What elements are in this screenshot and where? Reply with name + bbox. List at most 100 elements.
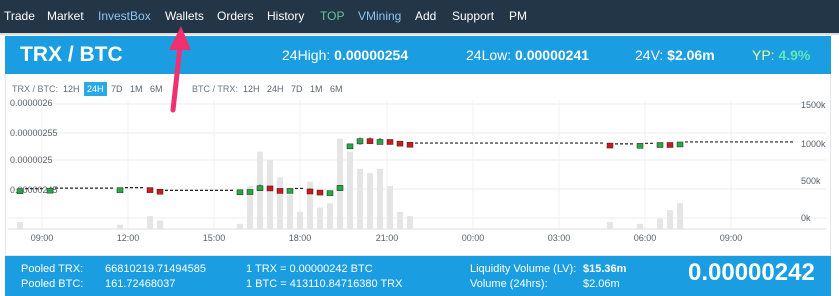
nav-trade[interactable]: Trade	[4, 9, 35, 23]
pool-footer: Pooled TRX: 66810219.71494585 Pooled BTC…	[5, 256, 831, 296]
candle-down	[306, 188, 314, 195]
nav-orders[interactable]: Orders	[217, 9, 254, 23]
time-tick-label: 09:00	[31, 233, 54, 243]
candle-up	[356, 138, 364, 145]
volume-bar	[667, 210, 673, 229]
pooled-btc-label: Pooled BTC:	[21, 278, 84, 290]
volume-bar	[117, 224, 123, 229]
volume-bar	[237, 223, 243, 229]
candle-down	[146, 187, 154, 193]
candle-down	[386, 139, 394, 145]
candle-up	[346, 143, 354, 150]
volume-bar	[267, 160, 273, 229]
candle-up	[46, 187, 54, 194]
candle-up	[676, 141, 684, 148]
volume-bar	[277, 177, 283, 229]
top-navigation: Trade Market InvestBox Wallets Orders Hi…	[0, 0, 839, 33]
tf-trx-12h[interactable]: 12H	[60, 82, 83, 96]
candle-up	[236, 189, 244, 196]
candle-up	[636, 143, 644, 149]
price-chart[interactable]: 0.00000260.000002550.00000250.0000024515…	[0, 96, 839, 246]
nav-market[interactable]: Market	[47, 9, 84, 23]
tf-trx-24h[interactable]: 24H	[84, 82, 107, 96]
high-stat: 24High: 0.00000254	[282, 47, 409, 63]
time-tick-label: 06:00	[634, 233, 657, 243]
candle-down	[396, 140, 404, 147]
volume-bar	[607, 222, 613, 229]
nav-history[interactable]: History	[267, 9, 304, 23]
time-tick-label: 15:00	[203, 233, 226, 243]
current-price: 0.00000242	[688, 259, 815, 286]
time-tick-label: 21:00	[376, 233, 399, 243]
candle-down	[606, 142, 614, 149]
liquidity-volume-value: $15.36m	[583, 263, 627, 275]
volume-bar	[337, 138, 343, 229]
tf-trx-1m[interactable]: 1M	[127, 82, 146, 96]
pair-title: TRX / BTC	[20, 43, 123, 66]
candle-up	[16, 188, 24, 194]
tf-btc-7d[interactable]: 7D	[288, 82, 306, 96]
volume-bar	[327, 203, 333, 229]
time-tick-label: 00:00	[462, 233, 485, 243]
pooled-trx-label: Pooled TRX:	[21, 263, 84, 275]
volume-bar	[17, 222, 23, 229]
nav-support[interactable]: Support	[452, 9, 494, 23]
candle-down	[276, 188, 284, 194]
price-tick-label: 0.0000026	[10, 98, 53, 108]
candle-down	[266, 185, 274, 192]
pooled-trx-value: 66810219.71494585	[105, 263, 206, 275]
volume-bar	[287, 194, 293, 229]
volume-bar	[387, 186, 393, 229]
volume-bar	[397, 211, 403, 229]
annotation-arrow-icon	[169, 26, 191, 113]
volume-stat: 24V: $2.06m	[635, 47, 715, 63]
candle-down	[406, 141, 414, 148]
candle-down	[316, 189, 324, 196]
nav-top[interactable]: TOP	[320, 9, 344, 23]
rate-trx-btc: 1 TRX = 0.00000242 BTC	[246, 263, 373, 275]
volume-bar	[347, 151, 353, 229]
price-tick-label: 0.0000025	[10, 155, 53, 165]
volume-tick-label: 1500k	[801, 100, 826, 110]
volume-bar	[677, 203, 683, 229]
pooled-btc-value: 161.72468037	[105, 278, 176, 290]
volume-tick-label: 1000k	[801, 139, 826, 149]
volume-24h-label: Volume (24hrs):	[470, 278, 548, 290]
tf-btc-6m[interactable]: 6M	[327, 82, 346, 96]
candle-down	[156, 189, 164, 195]
low-stat: 24Low: 0.00000241	[466, 47, 590, 63]
nav-investbox[interactable]: InvestBox	[98, 9, 151, 23]
candle-up	[246, 189, 254, 195]
volume-bar	[157, 220, 163, 229]
volume-bar	[407, 216, 413, 229]
volume-bar	[147, 216, 153, 229]
yp-stat: YP: 4.9%	[752, 47, 811, 63]
time-tick-label: 12:00	[117, 233, 140, 243]
time-tick-label: 09:00	[720, 233, 743, 243]
rate-btc-trx: 1 BTC = 413110.84716380 TRX	[246, 278, 403, 290]
nav-add[interactable]: Add	[415, 9, 436, 23]
time-tick-label: 03:00	[548, 233, 571, 243]
volume-tick-label: 500k	[801, 176, 821, 186]
liquidity-volume-label: Liquidity Volume (LV):	[470, 263, 577, 275]
tf-btc-24h[interactable]: 24H	[264, 82, 287, 96]
nav-pm[interactable]: PM	[509, 9, 527, 23]
volume-bar	[357, 168, 363, 229]
tf-btc-12h[interactable]: 12H	[240, 82, 263, 96]
tf-trx-7d[interactable]: 7D	[108, 82, 126, 96]
time-tick-label: 18:00	[289, 233, 312, 243]
candle-up	[326, 190, 334, 196]
candle-up	[376, 139, 384, 145]
volume-bar	[367, 173, 373, 229]
volume-bar	[317, 207, 323, 229]
tf-btc-1m[interactable]: 1M	[307, 82, 326, 96]
pair-header: TRX / BTC 24High: 0.00000254 24Low: 0.00…	[5, 36, 831, 74]
volume-bar	[297, 211, 303, 229]
price-tick-label: 0.00000255	[10, 128, 58, 138]
nav-vmining[interactable]: VMining	[358, 9, 401, 23]
volume-bar	[377, 168, 383, 229]
volume-tick-label: 0k	[801, 213, 811, 223]
candle-down	[666, 142, 674, 148]
trx-btc-label: TRX / BTC:	[12, 84, 59, 94]
nav-divider	[0, 33, 839, 35]
